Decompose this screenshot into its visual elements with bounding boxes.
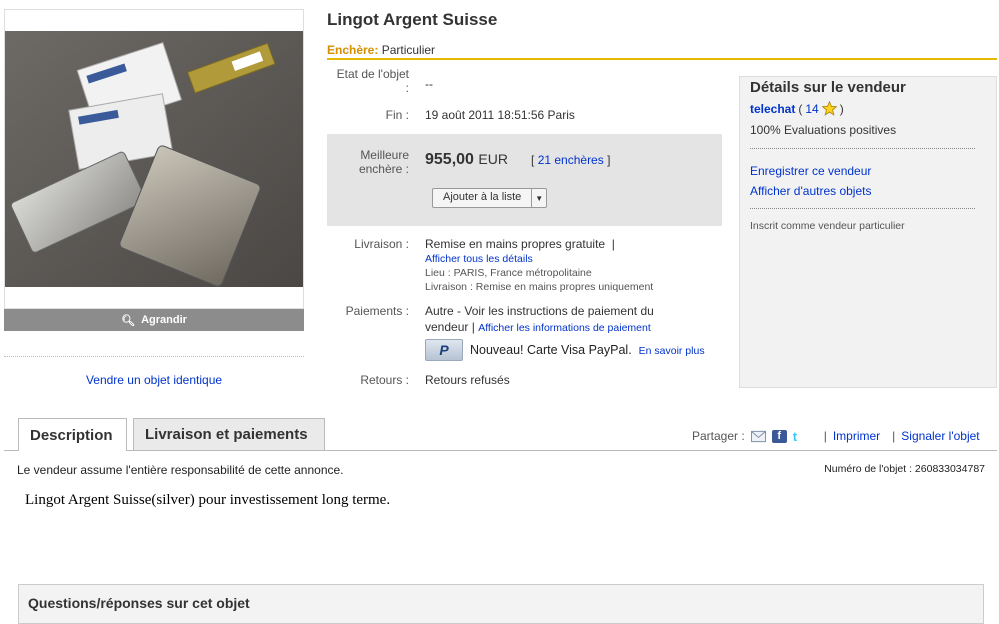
enlarge-label: Agrandir [141,314,187,326]
positive-feedback: 100% Evaluations positives [750,123,897,137]
star-icon [821,101,837,116]
zoom-icon: 🔍︎ [121,314,136,327]
share-label: Partager : [692,429,745,443]
watch-list-button[interactable]: Ajouter à la liste ▼ [432,188,548,208]
facebook-icon[interactable]: f [771,429,787,443]
other-items-link[interactable]: Afficher d'autres objets [750,184,871,198]
divider [750,208,975,209]
end-value: 19 août 2011 18:51:56 Paris [425,108,575,122]
paypal-learn-more-link[interactable]: En savoir plus [639,345,705,357]
chevron-down-icon[interactable]: ▼ [532,189,546,207]
paypal-promo: Nouveau! Carte Visa PayPal. En savoir pl… [470,343,705,357]
auction-type-label: Enchère: [327,43,379,57]
bid-history-link[interactable]: 21 enchères [538,153,604,167]
tab-shipping-payments[interactable]: Livraison et paiements [133,418,325,450]
payment-value-line2: vendeur | Afficher les informations de p… [425,320,651,334]
save-seller-link[interactable]: Enregistrer ce vendeur [750,164,871,178]
tab-description[interactable]: Description [18,418,127,451]
shipping-label: Livraison : [354,237,409,251]
feedback-score-link[interactable]: 14 [805,102,818,116]
shipping-details-link[interactable]: Afficher tous les détails [425,253,533,265]
qa-title: Questions/réponses sur cet objet [28,595,250,611]
twitter-icon[interactable]: t [793,430,808,443]
sell-similar-link[interactable]: Vendre un objet identique [4,373,304,387]
watch-list-label[interactable]: Ajouter à la liste [433,189,533,207]
end-label: Fin : [385,108,409,122]
auction-type: Enchère: Particulier [327,43,435,57]
divider [750,148,975,149]
email-share-icon[interactable] [750,430,766,443]
condition-value: -- [425,77,433,91]
seller-name-link[interactable]: telechat [750,102,795,116]
bid-count: [ 21 enchères ] [531,153,611,167]
payment-value: Autre - Voir les instructions de paiemen… [425,304,654,318]
seller-responsibility: Le vendeur assume l'entière responsabili… [17,463,344,477]
title-rule [327,58,997,60]
seller-registration: Inscrit comme vendeur particulier [750,220,905,232]
item-title: Lingot Argent Suisse [327,10,498,29]
shipping-value: Remise en mains propres gratuite | [425,237,615,251]
item-number: Numéro de l'objet : 260833034787 [824,463,985,475]
seller-heading: Détails sur le vendeur [750,79,906,96]
auction-type-value: Particulier [381,43,436,57]
best-bid-label: Meilleure enchère : [358,148,409,176]
delivery-method: Livraison : Remise en mains propres uniq… [425,281,654,293]
returns-value: Retours refusés [425,373,510,387]
condition-label: Etat de l'objet : [336,67,409,95]
description-text: Lingot Argent Suisse(silver) pour invest… [25,492,391,508]
report-item-link[interactable]: Signaler l'objet [901,429,979,443]
enlarge-button[interactable]: 🔍︎ Agrandir [4,309,304,331]
returns-label: Retours : [360,373,409,387]
payment-label: Paiements : [345,304,409,318]
item-location: Lieu : PARIS, France métropolitaine [425,267,592,279]
payment-info-link[interactable]: Afficher les informations de paiement [478,322,651,334]
divider [4,356,304,357]
paypal-card-icon: P [425,339,463,361]
print-link[interactable]: Imprimer [833,429,880,443]
current-price: 955,00 EUR [425,151,508,168]
item-image-frame [4,9,304,309]
item-photo[interactable] [5,31,303,287]
tab-divider [4,450,997,451]
share-bar: Partager : f t | Imprimer | Signaler l'o… [692,428,980,444]
seller-identity: telechat ( 14 ) [750,101,844,116]
